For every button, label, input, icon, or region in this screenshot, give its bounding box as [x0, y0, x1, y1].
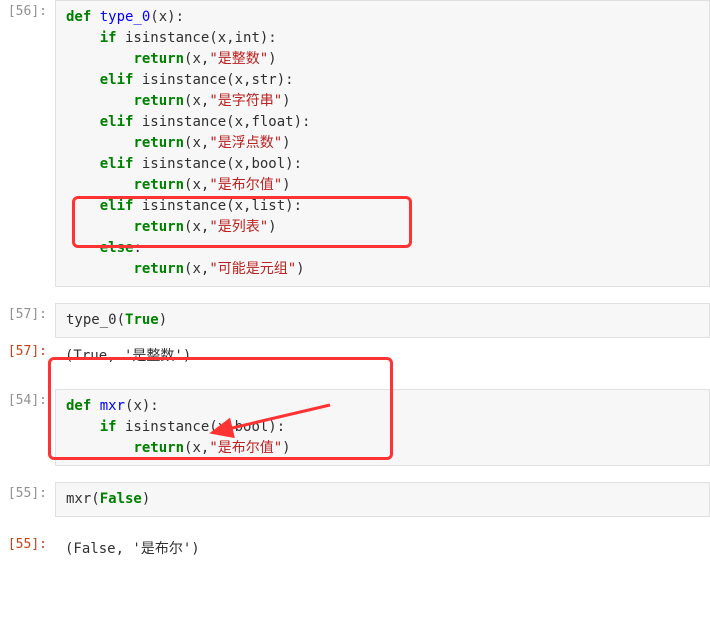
code-input[interactable]: type_0(True) [55, 303, 710, 338]
output-prompt: [57]: [0, 340, 55, 373]
notebook-cell: [54]:def mxr(x): if isinstance(x,bool): … [0, 389, 710, 466]
notebook-cell: [55]:(False, '是布尔') [0, 533, 710, 566]
output-text: (True, '是整数') [55, 340, 710, 373]
input-prompt: [55]: [0, 482, 55, 517]
notebook-cell: [56]:def type_0(x): if isinstance(x,int)… [0, 0, 710, 287]
output-prompt: [55]: [0, 533, 55, 566]
input-prompt: [54]: [0, 389, 55, 466]
output-text: (False, '是布尔') [55, 533, 710, 566]
notebook-cell: [57]:type_0(True) [0, 303, 710, 338]
code-input[interactable]: def type_0(x): if isinstance(x,int): ret… [55, 0, 710, 287]
input-prompt: [57]: [0, 303, 55, 338]
input-prompt: [56]: [0, 0, 55, 287]
notebook-cell: [57]:(True, '是整数') [0, 340, 710, 373]
code-input[interactable]: mxr(False) [55, 482, 710, 517]
code-input[interactable]: def mxr(x): if isinstance(x,bool): retur… [55, 389, 710, 466]
notebook-cell: [55]:mxr(False) [0, 482, 710, 517]
